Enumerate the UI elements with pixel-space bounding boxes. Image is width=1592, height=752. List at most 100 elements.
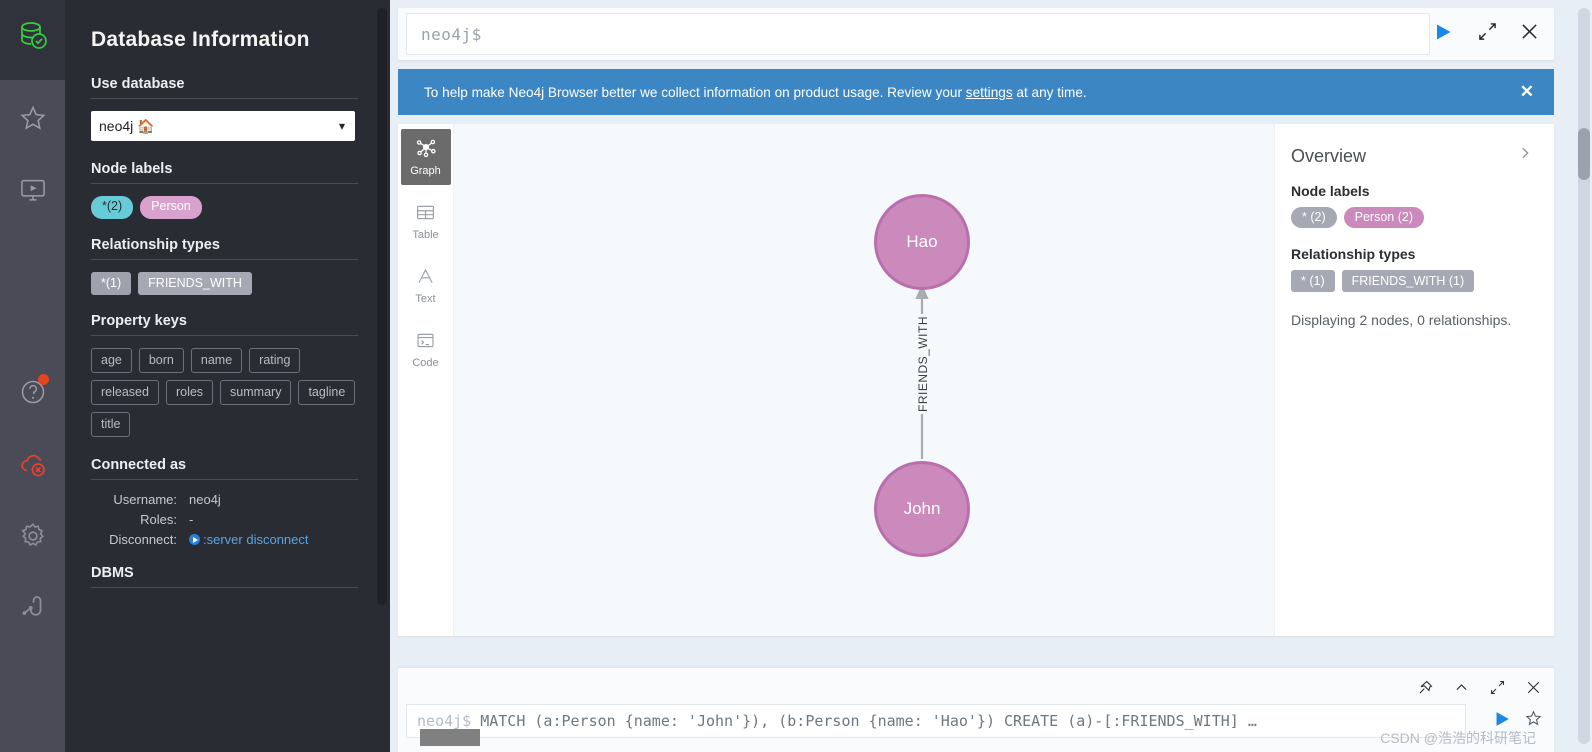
- command-frame: neo4j$ MATCH (a:Person {name: 'John'}), …: [398, 668, 1554, 752]
- tab-table[interactable]: Table: [401, 193, 451, 249]
- tab-text-label: Text: [415, 292, 436, 305]
- chevron-right-icon[interactable]: [1518, 146, 1532, 165]
- run-query-button[interactable]: [1430, 21, 1456, 47]
- neo4j-browser-app: Database Information Use database neo4j …: [0, 0, 1592, 752]
- sidebar-item-favorites[interactable]: [0, 82, 65, 154]
- overview-node-labels-heading: Node labels: [1291, 183, 1370, 199]
- command-query-row[interactable]: neo4j$ MATCH (a:Person {name: 'John'}), …: [406, 704, 1466, 738]
- property-key[interactable]: age: [91, 348, 132, 374]
- database-information-drawer: Database Information Use database neo4j …: [65, 0, 390, 752]
- overview-panel: Overview Node labels * (2) Person (2) Re…: [1274, 124, 1554, 636]
- sidebar-item-about[interactable]: [0, 572, 65, 644]
- connected-as-heading: Connected as: [91, 457, 187, 474]
- tab-code[interactable]: Code: [401, 321, 451, 377]
- result-placeholder-bar: [420, 729, 480, 746]
- property-keys-heading: Property keys: [91, 313, 187, 330]
- banner-text-after: at any time.: [1012, 84, 1087, 100]
- pin-icon[interactable]: [1414, 676, 1436, 698]
- relationship-label: FRIENDS_WITH: [916, 314, 930, 414]
- divider: [91, 335, 358, 337]
- result-frame: Graph Table Text Code Hao John FRIENDS_W…: [398, 124, 1554, 636]
- roles-value: -: [189, 512, 194, 528]
- tab-graph[interactable]: Graph: [400, 129, 451, 185]
- gear-icon: [18, 521, 48, 551]
- chevron-up-icon[interactable]: [1450, 676, 1472, 698]
- property-key-list: age born name rating released roles summ…: [91, 348, 358, 438]
- property-key[interactable]: title: [91, 412, 131, 438]
- node-caption: Hao: [906, 232, 938, 251]
- main-content: neo4j$ To help make Neo4j Browser better…: [390, 0, 1592, 752]
- command-prompt: neo4j$: [417, 712, 472, 730]
- overview-node-chip[interactable]: * (2): [1291, 207, 1337, 228]
- roles-label: Roles:: [140, 512, 177, 528]
- divider: [91, 98, 358, 99]
- close-editor-button[interactable]: [1508, 13, 1550, 55]
- property-key[interactable]: released: [91, 380, 159, 406]
- node-label-chip[interactable]: *(2): [91, 196, 134, 219]
- sidebar-item-help[interactable]: [0, 356, 65, 428]
- overview-relationship-chip[interactable]: * (1): [1291, 270, 1335, 292]
- property-key[interactable]: tagline: [298, 380, 356, 406]
- query-editor[interactable]: neo4j$: [406, 13, 1430, 55]
- settings-link[interactable]: settings: [966, 85, 1013, 100]
- property-key[interactable]: roles: [165, 380, 214, 406]
- overview-node-chip[interactable]: Person (2): [1343, 207, 1424, 228]
- expand-editor-button[interactable]: [1466, 13, 1508, 55]
- graph-node-hao[interactable]: Hao: [874, 194, 970, 290]
- overview-title: Overview: [1291, 146, 1367, 166]
- banner-text-before: To help make Neo4j Browser better we col…: [424, 84, 966, 100]
- disconnect-label: Disconnect:: [109, 532, 177, 548]
- sidebar-item-guides[interactable]: [0, 154, 65, 226]
- relationship-chip[interactable]: *(1): [91, 271, 132, 296]
- use-database-heading: Use database: [91, 76, 185, 92]
- property-key[interactable]: rating: [249, 348, 301, 374]
- close-x-icon: [1520, 22, 1539, 46]
- play-icon: [1432, 21, 1454, 48]
- property-key[interactable]: summary: [220, 380, 292, 406]
- connection-details: Username: neo4j Roles: - Disconnect: :se…: [91, 492, 358, 547]
- play-icon: [189, 534, 200, 546]
- relationship-types-heading: Relationship types: [91, 236, 220, 253]
- node-caption: John: [903, 499, 941, 518]
- left-icon-rail: [0, 0, 65, 752]
- tab-text[interactable]: Text: [401, 257, 451, 313]
- cloud-disconnect-icon: [18, 449, 48, 479]
- sidebar-scrollbar[interactable]: [377, 8, 387, 605]
- editor-prompt: neo4j$: [421, 24, 482, 44]
- sidebar-item-settings[interactable]: [0, 500, 65, 572]
- tab-graph-label: Graph: [410, 165, 441, 177]
- sidebar-item-disconnect[interactable]: [0, 428, 65, 500]
- username-label: Username:: [113, 492, 177, 508]
- username-row: Username: neo4j: [91, 492, 358, 507]
- database-select[interactable]: neo4j 🏠 system: [91, 111, 355, 141]
- graph-node-john[interactable]: John: [874, 461, 970, 557]
- node-label-chip[interactable]: Person: [140, 196, 202, 219]
- server-disconnect-link[interactable]: :server disconnect: [203, 532, 309, 547]
- tab-code-label: Code: [412, 356, 439, 369]
- help-notification-badge: [38, 374, 49, 385]
- overview-relationship-chip[interactable]: FRIENDS_WITH (1): [1341, 270, 1475, 292]
- page-title: Database Information: [91, 28, 310, 51]
- expand-arrows-icon[interactable]: [1486, 676, 1508, 698]
- node-label-chip-list: *(2) Person: [91, 196, 358, 219]
- username-value: neo4j: [189, 492, 221, 508]
- star-icon: [19, 104, 47, 132]
- overview-relationship-types-heading: Relationship types: [1291, 246, 1416, 262]
- close-x-icon[interactable]: [1522, 676, 1544, 698]
- roles-row: Roles: -: [91, 512, 358, 527]
- dbms-heading: DBMS: [91, 565, 134, 582]
- tab-table-label: Table: [412, 228, 439, 241]
- property-key[interactable]: name: [190, 348, 243, 374]
- command-query-text: MATCH (a:Person {name: 'John'}), (b:Pers…: [471, 712, 1257, 730]
- property-key[interactable]: born: [138, 348, 184, 374]
- banner-close-button[interactable]: ✕: [1516, 82, 1538, 102]
- page-scrollbar-track[interactable]: [1578, 8, 1590, 744]
- table-grid-icon: [415, 202, 436, 226]
- page-scrollbar-thumb[interactable]: [1578, 128, 1590, 180]
- divider: [91, 258, 358, 260]
- watermark: CSDN @浩浩的科研笔记: [1380, 730, 1536, 746]
- banner-text: To help make Neo4j Browser better we col…: [424, 85, 1087, 100]
- divider: [91, 587, 358, 589]
- relationship-chip[interactable]: FRIENDS_WITH: [138, 271, 252, 296]
- telemetry-banner: To help make Neo4j Browser better we col…: [398, 69, 1554, 115]
